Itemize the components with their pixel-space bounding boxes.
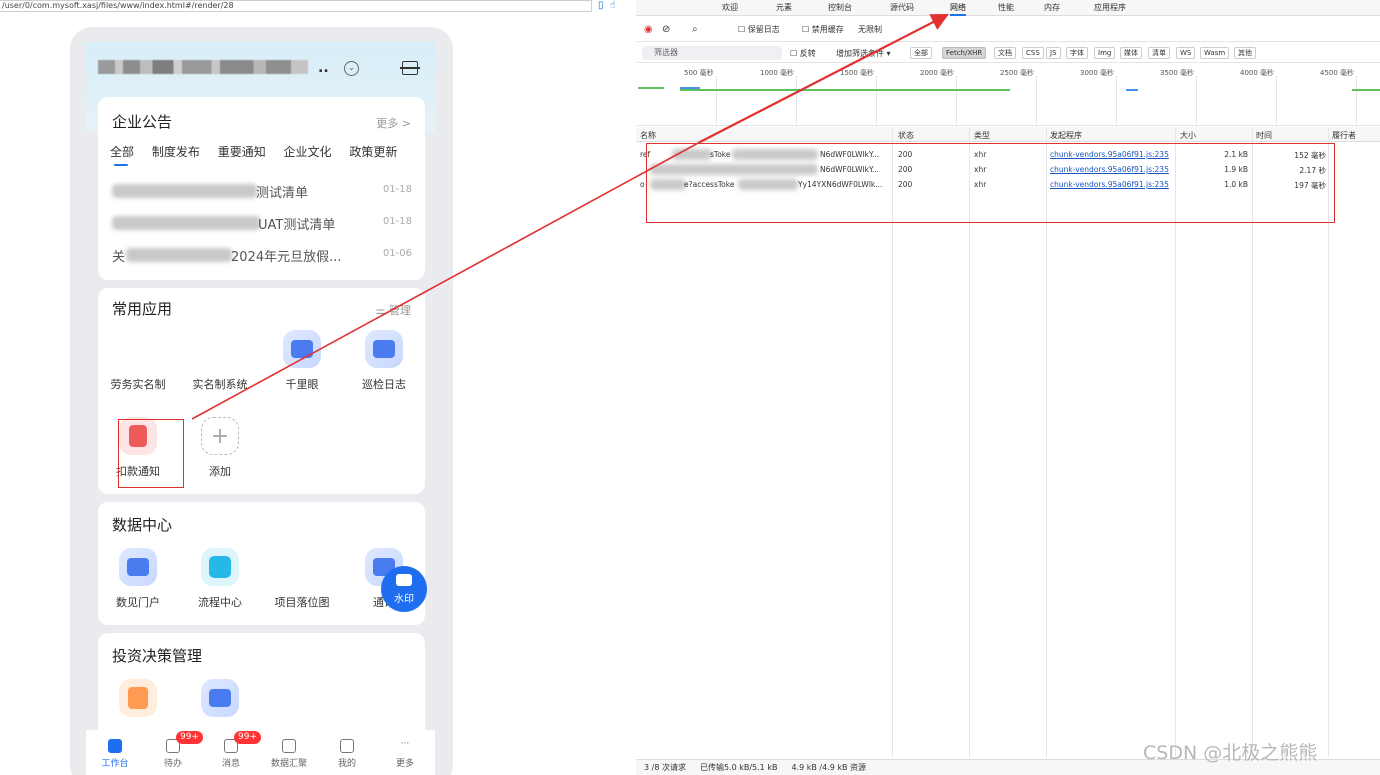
annotation-arrow	[191, 13, 949, 420]
csdn-watermark: CSDN @北极之熊熊	[1143, 742, 1318, 764]
